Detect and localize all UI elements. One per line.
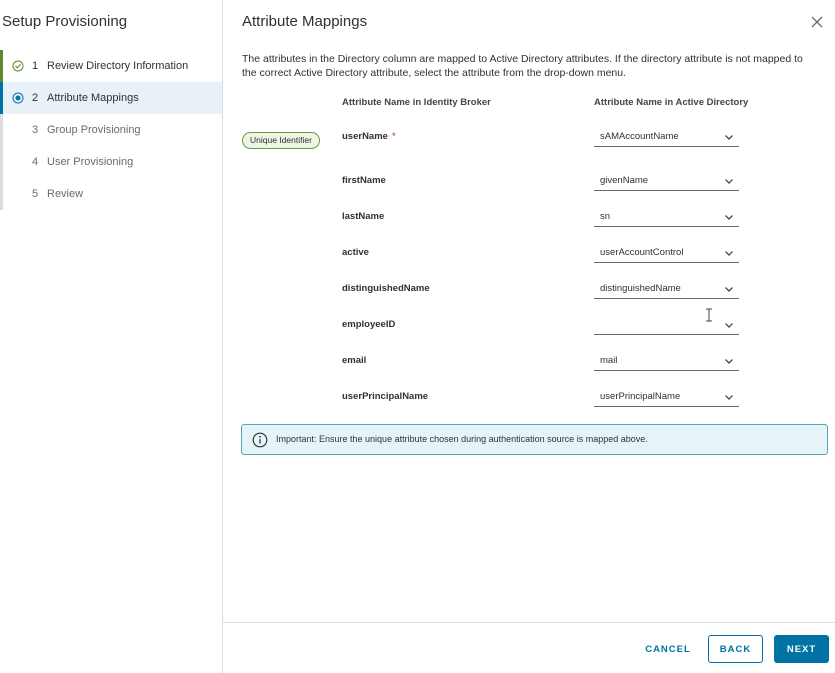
required-marker: *	[391, 131, 396, 142]
step-label: User Provisioning	[47, 156, 134, 168]
attribute-select-username[interactable]: sAMAccountName	[594, 127, 739, 147]
wizard-title: Setup Provisioning	[2, 13, 128, 30]
chevron-down-icon	[725, 215, 733, 220]
step-label: Group Provisioning	[47, 124, 141, 136]
step-label: Review	[47, 188, 84, 200]
wizard-footer: CANCEL BACK NEXT	[223, 622, 835, 673]
attribute-select-firstname[interactable]: givenName	[594, 171, 739, 191]
attribute-select-email[interactable]: mail	[594, 351, 739, 371]
mapping-row-email: email mail	[223, 351, 835, 375]
attribute-name: email	[342, 355, 367, 366]
step-bar	[0, 178, 3, 210]
select-value: sAMAccountName	[600, 131, 679, 142]
attribute-name: active	[342, 247, 369, 258]
alert-message: Important: Ensure the unique attribute c…	[276, 434, 648, 444]
mapping-row-username: userName * sAMAccountName	[223, 127, 835, 151]
step-number: 5	[32, 188, 39, 200]
attribute-name: firstName	[342, 175, 386, 186]
step-number: 4	[32, 156, 39, 168]
back-button[interactable]: BACK	[708, 635, 763, 663]
step-label: Review Directory Information	[47, 60, 189, 72]
wizard-step-review-directory[interactable]: 1 Review Directory Information	[0, 50, 222, 82]
wizard-sidebar: Setup Provisioning 1 Review Directory In…	[0, 0, 223, 673]
attribute-select-lastname[interactable]: sn	[594, 207, 739, 227]
select-value: distinguishedName	[600, 283, 681, 294]
step-bar	[0, 146, 3, 178]
mapping-row-firstname: firstName givenName	[223, 171, 835, 195]
attribute-select-active[interactable]: userAccountControl	[594, 243, 739, 263]
check-circle-icon	[12, 60, 24, 72]
select-value: sn	[600, 211, 611, 222]
attribute-select-userprincipalname[interactable]: userPrincipalName	[594, 387, 739, 407]
chevron-down-icon	[725, 135, 733, 140]
chevron-down-icon	[725, 287, 733, 292]
mapping-row-active: active userAccountControl	[223, 243, 835, 267]
chevron-down-icon	[725, 323, 733, 328]
wizard-steps: 1 Review Directory Information 2 Attribu…	[0, 50, 222, 210]
wizard-step-attribute-mappings[interactable]: 2 Attribute Mappings	[0, 82, 222, 114]
step-bar	[0, 114, 3, 146]
page-description: The attributes in the Directory column a…	[242, 53, 803, 79]
step-number: 1	[32, 60, 39, 72]
close-icon	[811, 16, 823, 28]
step-number: 2	[32, 92, 39, 104]
step-bar	[0, 82, 3, 114]
page-title: Attribute Mappings	[242, 13, 368, 30]
select-value: userAccountControl	[600, 247, 684, 258]
attribute-name: employeeID	[342, 319, 396, 330]
mapping-row-lastname: lastName sn	[223, 207, 835, 231]
select-value: userPrincipalName	[600, 391, 681, 402]
chevron-down-icon	[725, 359, 733, 364]
step-bar	[0, 50, 3, 82]
mapping-row-employeeid: employeeID	[223, 315, 835, 339]
close-button[interactable]	[809, 14, 825, 30]
select-value: givenName	[600, 175, 649, 186]
wizard-step-group-provisioning[interactable]: 3 Group Provisioning	[0, 114, 222, 146]
current-step-dot-icon	[12, 92, 24, 104]
info-circle-icon	[252, 432, 268, 448]
attribute-name: userPrincipalName	[342, 391, 429, 402]
step-label: Attribute Mappings	[47, 92, 139, 104]
attribute-name: distinguishedName	[342, 283, 430, 294]
wizard-step-user-provisioning[interactable]: 4 User Provisioning	[0, 146, 222, 178]
step-number: 3	[32, 124, 39, 136]
attribute-select-distinguishedname[interactable]: distinguishedName	[594, 279, 739, 299]
attribute-select-employeeid[interactable]	[594, 315, 739, 335]
text-cursor-icon	[706, 308, 712, 322]
next-button[interactable]: NEXT	[774, 635, 829, 663]
select-value: mail	[600, 355, 618, 366]
column-header-active-directory: Attribute Name in Active Directory	[594, 97, 749, 108]
attribute-name: lastName	[342, 211, 385, 222]
info-alert: Important: Ensure the unique attribute c…	[241, 424, 828, 455]
mapping-row-userprincipalname: userPrincipalName userPrincipalName	[223, 387, 835, 411]
chevron-down-icon	[725, 395, 733, 400]
chevron-down-icon	[725, 251, 733, 256]
attribute-name: userName *	[342, 131, 396, 142]
column-header-identity-broker: Attribute Name in Identity Broker	[342, 97, 491, 108]
cancel-button[interactable]: CANCEL	[637, 635, 699, 663]
main-panel: Attribute Mappings The attributes in the…	[223, 0, 835, 673]
mapping-row-distinguishedname: distinguishedName distinguishedName	[223, 279, 835, 303]
wizard-step-review[interactable]: 5 Review	[0, 178, 222, 210]
chevron-down-icon	[725, 179, 733, 184]
